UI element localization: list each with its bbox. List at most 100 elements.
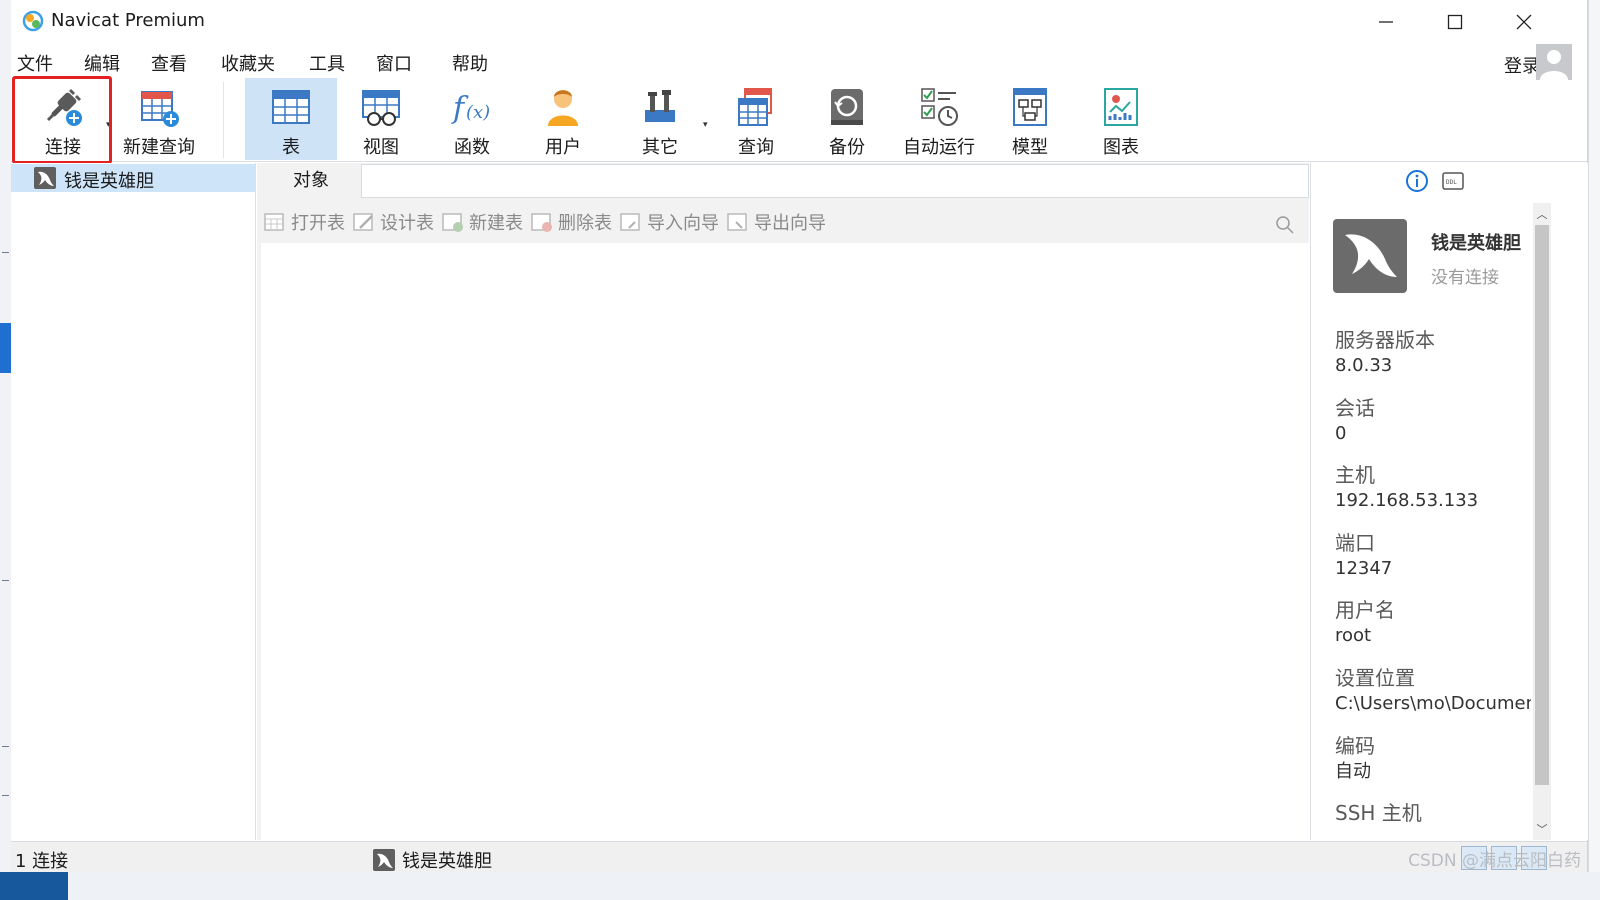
desktop-tick (2, 746, 9, 747)
autorun-label: 自动运行 (903, 137, 975, 158)
table-label: 表 (282, 137, 300, 158)
login-link[interactable]: 登录 (1504, 52, 1540, 78)
desktop-accent (0, 323, 11, 373)
chart-button[interactable]: 图表 (1075, 78, 1167, 160)
mysql-dolphin-icon (373, 849, 395, 871)
connection-name: 钱是英雄胆 (64, 171, 154, 192)
delete-table-label: 删除表 (558, 213, 612, 234)
function-label: 函数 (454, 137, 490, 158)
chart-icon (1104, 88, 1138, 126)
maximize-icon (1447, 14, 1462, 30)
new-table-label: 新建表 (469, 213, 523, 234)
function-icon: f (x) (451, 91, 490, 126)
import-wizard-label: 导入向导 (647, 213, 719, 234)
user-avatar-icon (1540, 50, 1568, 80)
object-list[interactable] (261, 243, 1309, 840)
status-bar: 1 连接 钱是英雄胆 CSDN @满点云阳白药 (11, 841, 1587, 872)
menu-window[interactable]: 窗口 (376, 50, 412, 76)
close-icon (1516, 14, 1531, 30)
info-panel: DDL 钱是英雄胆 没有连接 服务器版本 8.0.33 会话 0 主机 192.… (1310, 163, 1588, 840)
ddl-icon[interactable]: DDL (1442, 170, 1464, 192)
backup-button[interactable]: 备份 (801, 78, 893, 160)
status-current-connection: 钱是英雄胆 (373, 847, 492, 873)
minimize-button[interactable] (1351, 0, 1420, 44)
table-button[interactable]: 表 (245, 78, 337, 160)
maximize-button[interactable] (1420, 0, 1489, 44)
menu-favorites[interactable]: 收藏夹 (221, 50, 275, 76)
model-button[interactable]: 模型 (984, 78, 1076, 160)
watermark: CSDN @满点云阳白药 (1408, 851, 1581, 871)
function-button[interactable]: f (x) 函数 (426, 78, 518, 160)
user-label: 用户 (545, 137, 581, 158)
new-query-button[interactable]: 新建查询 (113, 78, 205, 160)
open-table-icon (264, 213, 284, 231)
menu-view[interactable]: 查看 (151, 50, 187, 76)
view-button[interactable]: 视图 (335, 78, 427, 160)
scroll-down-icon[interactable]: ﹀ (1535, 821, 1549, 837)
dolphin-icon (1345, 234, 1397, 277)
avatar[interactable] (1536, 44, 1572, 80)
toolbar-separator (223, 82, 224, 158)
main-toolbar: 连接 ▾ 新建查询 表 视图 f (x) 函数 用户 其它 ▾ 查询 备份 自动… (11, 76, 1587, 164)
info-icon[interactable] (1405, 169, 1429, 193)
new-query-label: 新建查询 (123, 137, 195, 158)
mysql-dolphin-icon (1333, 219, 1407, 293)
design-table-label: 设计表 (380, 213, 434, 234)
query-icon (738, 88, 772, 126)
query-button[interactable]: 查询 (710, 78, 802, 160)
other-dropdown-icon[interactable]: ▾ (703, 120, 708, 130)
svg-text:DDL: DDL (1446, 179, 1457, 186)
desktop-tick (2, 795, 9, 796)
menu-file[interactable]: 文件 (17, 50, 53, 76)
delete-table-icon (531, 213, 552, 232)
export-wizard-button[interactable]: 导出向导 (726, 209, 826, 235)
new-table-button[interactable]: 新建表 (441, 209, 523, 235)
connection-navigator: 钱是英雄胆 (11, 163, 256, 840)
desktop-tick (2, 580, 9, 581)
connection-status: 没有连接 (1431, 268, 1499, 288)
delete-table-button[interactable]: 删除表 (530, 209, 612, 235)
title-bar[interactable]: Navicat Premium (11, 0, 1587, 44)
close-button[interactable] (1489, 0, 1558, 44)
desktop-right-edge (1588, 0, 1600, 900)
design-table-icon (353, 213, 373, 231)
scroll-up-icon[interactable]: ︿ (1535, 206, 1549, 222)
info-scrollbar[interactable]: ︿ ﹀ (1533, 203, 1551, 840)
menu-help[interactable]: 帮助 (452, 50, 488, 76)
export-icon (727, 213, 747, 231)
new-table-icon (442, 213, 463, 232)
object-toolbar: 打开表 设计表 新建表 删除表 导入向导 导出向导 (257, 203, 1309, 241)
menu-tools[interactable]: 工具 (309, 50, 345, 76)
view-icon (362, 90, 400, 126)
window-title: Navicat Premium (51, 10, 205, 31)
backup-icon (831, 89, 863, 125)
import-wizard-button[interactable]: 导入向导 (619, 209, 719, 235)
export-wizard-label: 导出向导 (754, 213, 826, 234)
status-connection-name: 钱是英雄胆 (402, 851, 492, 872)
desktop-left-edge (0, 0, 11, 900)
new-query-icon (141, 91, 179, 127)
minimize-icon (1378, 21, 1393, 23)
open-table-label: 打开表 (291, 213, 345, 234)
tab-strip: 对象 (257, 163, 1309, 199)
desktop-tick (2, 252, 9, 253)
autorun-button[interactable]: 自动运行 (893, 78, 985, 160)
scrollbar-thumb[interactable] (1535, 225, 1549, 785)
other-label: 其它 (642, 137, 678, 158)
other-button[interactable]: 其它 (614, 78, 706, 160)
user-button[interactable]: 用户 (517, 78, 609, 160)
connection-tree-item[interactable]: 钱是英雄胆 (11, 164, 256, 192)
object-area: 对象 打开表 设计表 新建表 删除表 导入向导 导出向导 (257, 163, 1309, 840)
model-icon (1013, 88, 1047, 126)
tab-objects[interactable]: 对象 (261, 163, 361, 199)
model-label: 模型 (1012, 137, 1048, 158)
info-tabs: DDL (1311, 163, 1588, 199)
tools-icon (645, 90, 675, 122)
open-table-button[interactable]: 打开表 (263, 209, 345, 235)
connection-count: 1 连接 (15, 851, 69, 872)
navicat-logo-icon (22, 10, 44, 32)
design-table-button[interactable]: 设计表 (352, 209, 434, 235)
search-icon[interactable] (1275, 215, 1295, 235)
navicat-window: Navicat Premium 文件 编辑 查看 收藏夹 工具 窗口 帮助 登录 (11, 0, 1588, 872)
menu-edit[interactable]: 编辑 (84, 50, 120, 76)
